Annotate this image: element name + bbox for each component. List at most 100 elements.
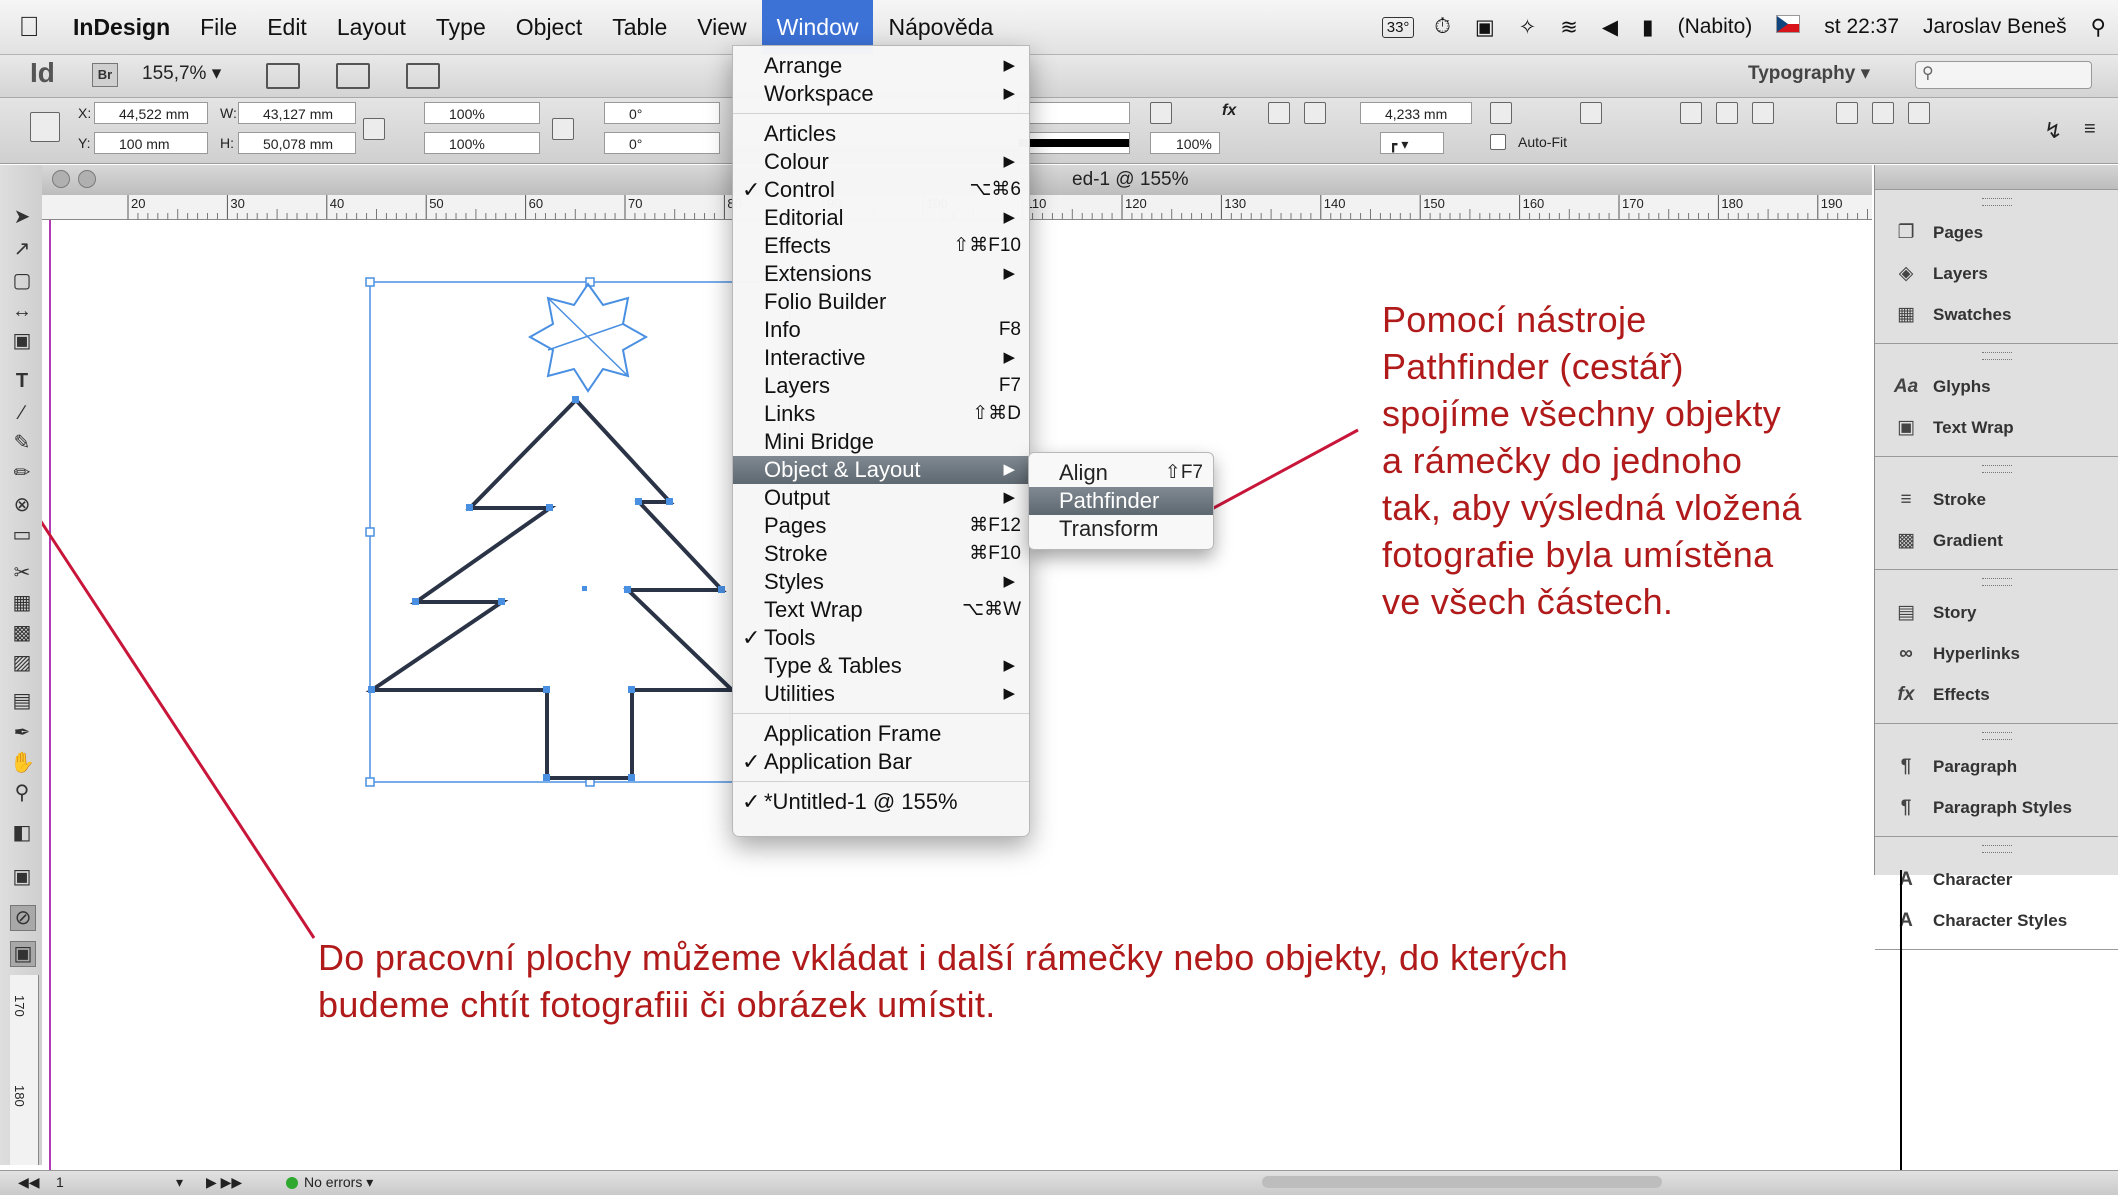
text-wrap-none-icon[interactable] <box>1268 102 1290 124</box>
panel-swatches[interactable]: ▦ Swatches <box>1875 294 2118 335</box>
bridge-button[interactable]: Br <box>92 63 118 87</box>
wifi-icon[interactable]: ≋ <box>1548 15 1590 40</box>
horizontal-scrollbar[interactable] <box>1262 1176 1662 1188</box>
spotlight-search-icon[interactable]: ⚲ <box>2079 15 2118 40</box>
window-menu-item-folio-builder[interactable]: Folio Builder <box>733 288 1029 316</box>
window-menu-item-stroke[interactable]: Stroke ⌘F10 <box>733 540 1029 568</box>
panel-group-grip[interactable] <box>1982 198 2012 206</box>
volume-icon[interactable]: ◀ <box>1590 15 1630 40</box>
window-menu-item-control[interactable]: ✓ Control ⌥⌘6 <box>733 176 1029 204</box>
window-menu-item-utilities[interactable]: Utilities ▶ <box>733 680 1029 708</box>
window-menu-item-colour[interactable]: Colour ▶ <box>733 148 1029 176</box>
zoom-level-select[interactable]: 155,7% ▾ <box>142 62 221 85</box>
x-position-field[interactable]: 44,522 mm <box>94 102 208 124</box>
menu-object[interactable]: Object <box>501 0 597 54</box>
fitting-content-icon[interactable] <box>1490 102 1512 124</box>
window-menu-item-application-bar[interactable]: ✓ Application Bar <box>733 748 1029 776</box>
link-scale-icon[interactable] <box>552 118 574 140</box>
view-options-icon[interactable] <box>266 63 300 89</box>
panel-text-wrap[interactable]: ▣ Text Wrap <box>1875 407 2118 448</box>
battery-status[interactable]: (Nabito) <box>1666 15 1765 39</box>
height-field[interactable]: 50,078 mm <box>238 132 356 154</box>
panel-paragraph[interactable]: ¶ Paragraph <box>1875 746 2118 787</box>
panel-pages[interactable]: ❐ Pages <box>1875 212 2118 253</box>
window-menu-item-editorial[interactable]: Editorial ▶ <box>733 204 1029 232</box>
panel-group-grip[interactable] <box>1982 845 2012 853</box>
help-search-input[interactable]: ⚲ <box>1915 61 2092 89</box>
window-menu-item-interactive[interactable]: Interactive ▶ <box>733 344 1029 372</box>
align-left-icon[interactable] <box>1680 102 1702 124</box>
page-tool-icon[interactable]: ▢ <box>10 269 34 293</box>
panel-group-grip[interactable] <box>1982 578 2012 586</box>
window-menu-item-arrange[interactable]: Arrange ▶ <box>733 52 1029 80</box>
window-menu-item-untitled-1-155[interactable]: ✓ *Untitled-1 @ 155% <box>733 788 1029 816</box>
submenu-item-align[interactable]: Align ⇧F7 <box>1029 459 1213 487</box>
user-name[interactable]: Jaroslav Beneš <box>1911 15 2079 39</box>
pencil-tool-icon[interactable]: ✏ <box>10 461 34 485</box>
drop-shadow-icon[interactable] <box>1150 102 1172 124</box>
panel-effects[interactable]: fx Effects <box>1875 674 2118 715</box>
align-center-icon[interactable] <box>1716 102 1738 124</box>
menu-file[interactable]: File <box>185 0 252 54</box>
gap-tool-icon[interactable]: ↔ <box>10 299 34 323</box>
zoom-tool-icon[interactable]: ⚲ <box>10 781 34 805</box>
window-menu-item-pages[interactable]: Pages ⌘F12 <box>733 512 1029 540</box>
window-menu-item-mini-bridge[interactable]: Mini Bridge <box>733 428 1029 456</box>
line-tool-icon[interactable]: ∕ <box>10 401 34 425</box>
fill-swatch-field[interactable] <box>1018 102 1130 124</box>
selection-bounding-box[interactable] <box>369 281 791 783</box>
window-menu-item-tools[interactable]: ✓ Tools <box>733 624 1029 652</box>
eyedropper-tool-icon[interactable]: ✒ <box>10 721 34 745</box>
apple-icon[interactable]:  <box>0 11 58 43</box>
display-icon[interactable]: ▣ <box>1463 15 1507 40</box>
window-menu-item-workspace[interactable]: Workspace ▶ <box>733 80 1029 108</box>
free-transform-tool-icon[interactable]: ▦ <box>10 591 34 615</box>
content-collector-icon[interactable]: ▣ <box>10 329 34 353</box>
opacity-field[interactable]: 100% <box>1150 132 1220 154</box>
corner-options-select[interactable]: ┏ ▾ <box>1380 132 1444 154</box>
fill-stroke-swatch-icon[interactable]: ◧ <box>10 821 34 845</box>
panel-stroke[interactable]: ≡ Stroke <box>1875 479 2118 520</box>
panel-paragraph-styles[interactable]: ¶ Paragraph Styles <box>1875 787 2118 828</box>
panel-dock-header[interactable] <box>1875 165 2118 190</box>
rectangle-tool-icon[interactable]: ▭ <box>10 523 34 547</box>
type-tool-icon[interactable]: T <box>10 369 34 393</box>
menu-type[interactable]: Type <box>421 0 501 54</box>
panel-group-grip[interactable] <box>1982 732 2012 740</box>
apply-none-icon[interactable]: ⊘ <box>10 905 36 931</box>
submenu-item-pathfinder[interactable]: Pathfinder <box>1029 487 1213 515</box>
stroke-weight-field[interactable]: 4,233 mm <box>1360 102 1472 124</box>
formatting-affects-container-icon[interactable]: ▣ <box>10 865 34 889</box>
width-field[interactable]: 43,127 mm <box>238 102 356 124</box>
rectangle-frame-tool-icon[interactable]: ⊗ <box>10 493 34 517</box>
panel-group-grip[interactable] <box>1982 352 2012 360</box>
rotation-angle-field[interactable]: 0° <box>604 102 720 124</box>
window-menu-item-output[interactable]: Output ▶ <box>733 484 1029 512</box>
panel-story[interactable]: ▤ Story <box>1875 592 2118 633</box>
scale-y-field[interactable]: 100% <box>424 132 540 154</box>
quick-apply-icon[interactable]: ↯ <box>2044 118 2066 143</box>
window-menu-item-extensions[interactable]: Extensions ▶ <box>733 260 1029 288</box>
vertical-ruler[interactable]: 170 180 <box>10 975 39 1165</box>
clock[interactable]: st 22:37 <box>1812 15 1911 39</box>
panel-hyperlinks[interactable]: ∞ Hyperlinks <box>1875 633 2118 674</box>
page-navigation-next-icon[interactable]: ▶ ▶▶ <box>206 1174 242 1191</box>
reference-point-icon[interactable] <box>30 112 60 142</box>
fx-icon[interactable]: fx <box>1222 102 1244 124</box>
shear-angle-field[interactable]: 0° <box>604 132 720 154</box>
constrain-proportions-icon[interactable] <box>363 118 385 140</box>
menu-table[interactable]: Table <box>597 0 682 54</box>
hand-tool-icon[interactable]: ✋ <box>10 751 35 775</box>
window-menu-item-styles[interactable]: Styles ▶ <box>733 568 1029 596</box>
panel-group-grip[interactable] <box>1982 465 2012 473</box>
submenu-item-transform[interactable]: Transform <box>1029 515 1213 543</box>
time-machine-icon[interactable]: ⏱ <box>1422 15 1462 39</box>
screen-mode-icon[interactable] <box>336 63 370 89</box>
menu-edit[interactable]: Edit <box>252 0 322 54</box>
panel-layers[interactable]: ◈ Layers <box>1875 253 2118 294</box>
y-position-field[interactable]: 100 mm <box>94 132 208 154</box>
minimize-document-icon[interactable] <box>78 170 96 188</box>
bluetooth-icon[interactable]: ✧ <box>1507 15 1549 40</box>
autofit-checkbox[interactable] <box>1490 134 1506 150</box>
scale-x-field[interactable]: 100% <box>424 102 540 124</box>
